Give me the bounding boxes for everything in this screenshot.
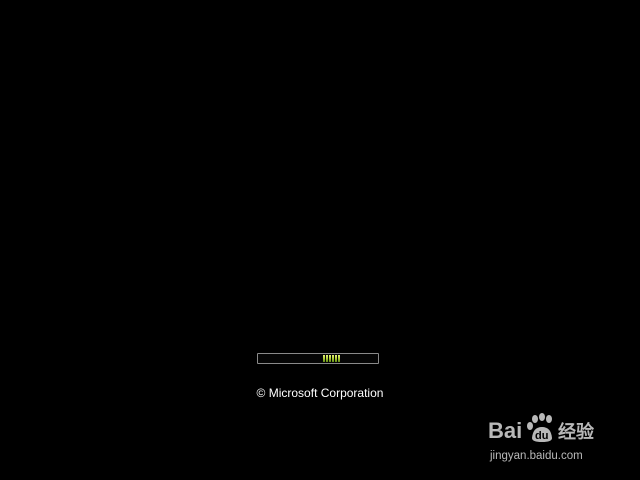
- progress-segment: [335, 355, 337, 362]
- progress-segment: [338, 355, 340, 362]
- boot-screen: © Microsoft Corporation Bai du 经验 jingya…: [0, 0, 640, 480]
- copyright-text: © Microsoft Corporation: [256, 386, 384, 400]
- progress-segment: [329, 355, 331, 362]
- progress-segment: [326, 355, 328, 362]
- boot-progress-bar: [257, 353, 379, 364]
- svg-text:经验: 经验: [558, 421, 595, 443]
- svg-text:jingyan.baidu.com: jingyan.baidu.com: [489, 450, 583, 462]
- svg-text:du: du: [535, 430, 548, 442]
- baidu-watermark-logo: Bai du 经验 jingyan.baidu.com: [488, 413, 595, 462]
- progress-segment: [323, 355, 325, 362]
- baidu-jingyan-watermark: Bai du 经验 jingyan.baidu.com: [488, 408, 608, 466]
- svg-text:Bai: Bai: [488, 418, 522, 443]
- progress-segments: [323, 355, 340, 362]
- progress-segment: [332, 355, 334, 362]
